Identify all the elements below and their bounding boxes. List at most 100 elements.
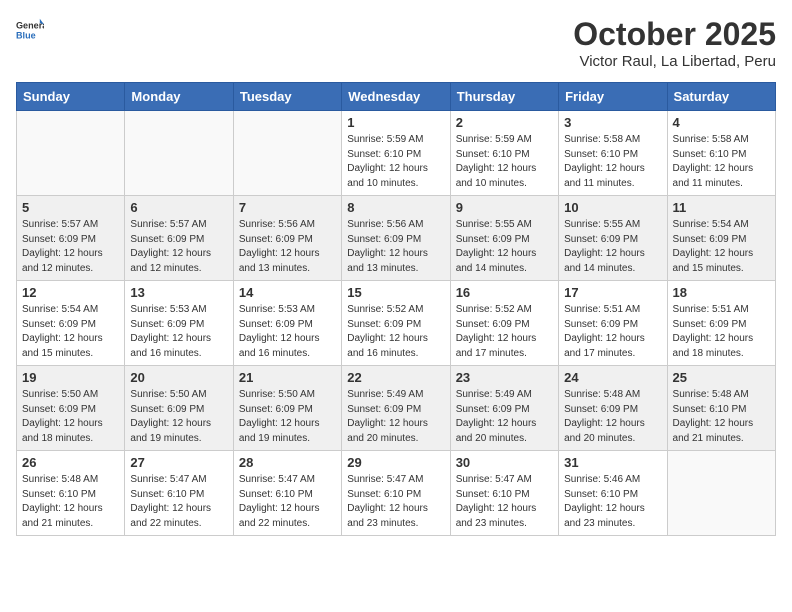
header-sunday: Sunday xyxy=(17,83,125,111)
calendar-cell: 26 Sunrise: 5:48 AM Sunset: 6:10 PM Dayli… xyxy=(17,451,125,536)
day-number: 10 xyxy=(564,200,661,215)
day-info: Sunrise: 5:53 AM Sunset: 6:09 PM Dayligh… xyxy=(239,303,336,361)
day-info: Sunrise: 5:49 AM Sunset: 6:09 PM Dayligh… xyxy=(456,388,553,446)
day-info: Sunrise: 5:49 AM Sunset: 6:09 PM Dayligh… xyxy=(347,388,444,446)
day-info: Sunrise: 5:48 AM Sunset: 6:10 PM Dayligh… xyxy=(22,473,119,531)
day-number: 23 xyxy=(456,370,553,385)
calendar-cell: 28 Sunrise: 5:47 AM Sunset: 6:10 PM Dayli… xyxy=(233,451,341,536)
day-info: Sunrise: 5:50 AM Sunset: 6:09 PM Dayligh… xyxy=(130,388,227,446)
day-number: 15 xyxy=(347,285,444,300)
calendar-week-row: 26 Sunrise: 5:48 AM Sunset: 6:10 PM Dayli… xyxy=(17,451,776,536)
calendar-cell: 29Sunrise: 5:47 AM Sunset: 6:10 PM Dayli… xyxy=(342,451,450,536)
day-info: Sunrise: 5:47 AM Sunset: 6:10 PM Dayligh… xyxy=(130,473,227,531)
calendar-cell: 18 Sunrise: 5:51 AM Sunset: 6:09 PM Dayli… xyxy=(667,281,775,366)
day-number: 27 xyxy=(130,455,227,470)
day-number: 2 xyxy=(456,115,553,130)
calendar-week-row: 12Sunrise: 5:54 AM Sunset: 6:09 PM Dayli… xyxy=(17,281,776,366)
day-info: Sunrise: 5:55 AM Sunset: 6:09 PM Dayligh… xyxy=(564,218,661,276)
day-number: 11 xyxy=(673,200,770,215)
day-info: Sunrise: 5:58 AM Sunset: 6:10 PM Dayligh… xyxy=(564,133,661,191)
day-number: 13 xyxy=(130,285,227,300)
day-info: Sunrise: 5:52 AM Sunset: 6:09 PM Dayligh… xyxy=(347,303,444,361)
day-info: Sunrise: 5:51 AM Sunset: 6:09 PM Dayligh… xyxy=(673,303,770,361)
calendar-cell: 21 Sunrise: 5:50 AM Sunset: 6:09 PM Dayli… xyxy=(233,366,341,451)
header-monday: Monday xyxy=(125,83,233,111)
header-friday: Friday xyxy=(559,83,667,111)
day-number: 12 xyxy=(22,285,119,300)
calendar-cell: 17Sunrise: 5:51 AM Sunset: 6:09 PM Dayli… xyxy=(559,281,667,366)
day-info: Sunrise: 5:50 AM Sunset: 6:09 PM Dayligh… xyxy=(239,388,336,446)
logo-icon: General Blue xyxy=(16,16,44,44)
day-info: Sunrise: 5:57 AM Sunset: 6:09 PM Dayligh… xyxy=(130,218,227,276)
day-number: 26 xyxy=(22,455,119,470)
calendar-week-row: 5 Sunrise: 5:57 AM Sunset: 6:09 PM Daylig… xyxy=(17,196,776,281)
calendar-cell: 16 Sunrise: 5:52 AM Sunset: 6:09 PM Dayli… xyxy=(450,281,558,366)
calendar-cell: 6 Sunrise: 5:57 AM Sunset: 6:09 PM Daylig… xyxy=(125,196,233,281)
svg-text:Blue: Blue xyxy=(16,30,36,40)
day-number: 6 xyxy=(130,200,227,215)
day-number: 16 xyxy=(456,285,553,300)
calendar-cell: 2Sunrise: 5:59 AM Sunset: 6:10 PM Daylig… xyxy=(450,111,558,196)
day-number: 4 xyxy=(673,115,770,130)
title-area: October 2025 Victor Raul, La Libertad, P… xyxy=(573,16,776,70)
calendar-cell: 5 Sunrise: 5:57 AM Sunset: 6:09 PM Daylig… xyxy=(17,196,125,281)
day-info: Sunrise: 5:57 AM Sunset: 6:09 PM Dayligh… xyxy=(22,218,119,276)
calendar-cell: 31 Sunrise: 5:46 AM Sunset: 6:10 PM Dayli… xyxy=(559,451,667,536)
header-wednesday: Wednesday xyxy=(342,83,450,111)
calendar-cell: 11 Sunrise: 5:54 AM Sunset: 6:09 PM Dayli… xyxy=(667,196,775,281)
calendar-header-row: SundayMondayTuesdayWednesdayThursdayFrid… xyxy=(17,83,776,111)
calendar-cell: 20 Sunrise: 5:50 AM Sunset: 6:09 PM Dayli… xyxy=(125,366,233,451)
day-number: 20 xyxy=(130,370,227,385)
day-number: 28 xyxy=(239,455,336,470)
day-number: 5 xyxy=(22,200,119,215)
day-number: 21 xyxy=(239,370,336,385)
subtitle: Victor Raul, La Libertad, Peru xyxy=(573,53,776,70)
day-info: Sunrise: 5:47 AM Sunset: 6:10 PM Dayligh… xyxy=(347,473,444,531)
calendar-cell: 9 Sunrise: 5:55 AM Sunset: 6:09 PM Daylig… xyxy=(450,196,558,281)
calendar-week-row: 19 Sunrise: 5:50 AM Sunset: 6:09 PM Dayli… xyxy=(17,366,776,451)
day-info: Sunrise: 5:48 AM Sunset: 6:09 PM Dayligh… xyxy=(564,388,661,446)
day-info: Sunrise: 5:47 AM Sunset: 6:10 PM Dayligh… xyxy=(239,473,336,531)
calendar-cell: 7Sunrise: 5:56 AM Sunset: 6:09 PM Daylig… xyxy=(233,196,341,281)
day-number: 9 xyxy=(456,200,553,215)
day-info: Sunrise: 5:50 AM Sunset: 6:09 PM Dayligh… xyxy=(22,388,119,446)
day-number: 14 xyxy=(239,285,336,300)
calendar-cell: 4Sunrise: 5:58 AM Sunset: 6:10 PM Daylig… xyxy=(667,111,775,196)
day-number: 8 xyxy=(347,200,444,215)
calendar-cell: 13Sunrise: 5:53 AM Sunset: 6:09 PM Dayli… xyxy=(125,281,233,366)
day-number: 19 xyxy=(22,370,119,385)
calendar-cell: 30 Sunrise: 5:47 AM Sunset: 6:10 PM Dayli… xyxy=(450,451,558,536)
page-header: General Blue October 2025 Victor Raul, L… xyxy=(16,16,776,70)
day-number: 3 xyxy=(564,115,661,130)
day-number: 18 xyxy=(673,285,770,300)
header-saturday: Saturday xyxy=(667,83,775,111)
logo: General Blue xyxy=(16,16,44,44)
header-tuesday: Tuesday xyxy=(233,83,341,111)
calendar-cell xyxy=(233,111,341,196)
day-number: 17 xyxy=(564,285,661,300)
calendar-cell: 25Sunrise: 5:48 AM Sunset: 6:10 PM Dayli… xyxy=(667,366,775,451)
day-info: Sunrise: 5:47 AM Sunset: 6:10 PM Dayligh… xyxy=(456,473,553,531)
calendar-cell: 19 Sunrise: 5:50 AM Sunset: 6:09 PM Dayli… xyxy=(17,366,125,451)
calendar-week-row: 1 Sunrise: 5:59 AM Sunset: 6:10 PM Daylig… xyxy=(17,111,776,196)
day-number: 1 xyxy=(347,115,444,130)
calendar-table: SundayMondayTuesdayWednesdayThursdayFrid… xyxy=(16,82,776,536)
day-info: Sunrise: 5:55 AM Sunset: 6:09 PM Dayligh… xyxy=(456,218,553,276)
day-info: Sunrise: 5:46 AM Sunset: 6:10 PM Dayligh… xyxy=(564,473,661,531)
main-title: October 2025 xyxy=(573,16,776,53)
calendar-cell: 10 Sunrise: 5:55 AM Sunset: 6:09 PM Dayli… xyxy=(559,196,667,281)
calendar-cell: 12Sunrise: 5:54 AM Sunset: 6:09 PM Dayli… xyxy=(17,281,125,366)
calendar-cell: 14 Sunrise: 5:53 AM Sunset: 6:09 PM Dayli… xyxy=(233,281,341,366)
day-number: 7 xyxy=(239,200,336,215)
calendar-cell xyxy=(125,111,233,196)
calendar-cell xyxy=(667,451,775,536)
day-info: Sunrise: 5:54 AM Sunset: 6:09 PM Dayligh… xyxy=(673,218,770,276)
calendar-cell: 8Sunrise: 5:56 AM Sunset: 6:09 PM Daylig… xyxy=(342,196,450,281)
day-number: 25 xyxy=(673,370,770,385)
day-number: 31 xyxy=(564,455,661,470)
day-number: 30 xyxy=(456,455,553,470)
day-info: Sunrise: 5:52 AM Sunset: 6:09 PM Dayligh… xyxy=(456,303,553,361)
day-info: Sunrise: 5:59 AM Sunset: 6:10 PM Dayligh… xyxy=(347,133,444,191)
day-number: 22 xyxy=(347,370,444,385)
calendar-cell: 1 Sunrise: 5:59 AM Sunset: 6:10 PM Daylig… xyxy=(342,111,450,196)
